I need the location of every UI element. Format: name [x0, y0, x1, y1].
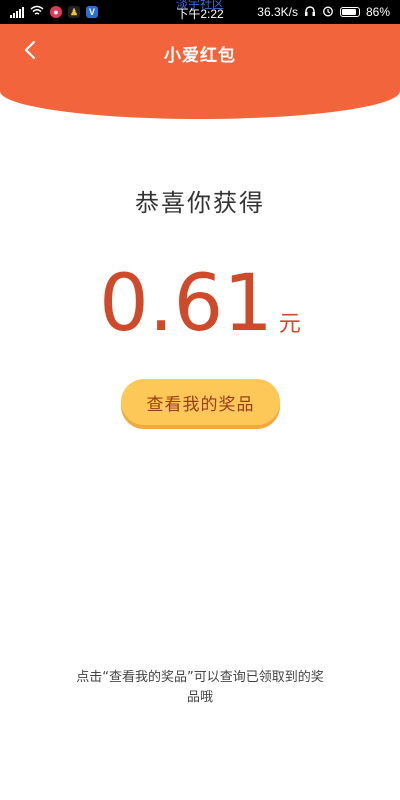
page-title: 小爱红包	[164, 46, 236, 66]
status-bar: ● ♟ V 淡宇社区 下午2:22 36.3K/s 86%	[0, 0, 400, 24]
game-notification-icon: ♟	[68, 6, 80, 18]
status-icons-left: ● ♟ V	[10, 5, 98, 19]
app-notification-icon: ●	[50, 6, 62, 18]
reward-amount: 0.61	[99, 259, 273, 349]
network-speed: 36.3K/s	[257, 5, 298, 19]
hint-text: 点击“查看我的奖品”可以查询已领取到的奖品哦	[76, 670, 324, 705]
reward-amount-row: 0.61 元	[0, 262, 400, 346]
status-time-block: 淡宇社区 下午2:22	[175, 0, 224, 20]
status-icons-right: 36.3K/s 86%	[257, 5, 390, 20]
congrats-text: 恭喜你获得	[135, 189, 265, 217]
battery-level	[341, 9, 356, 15]
reward-unit: 元	[278, 312, 301, 337]
view-my-prizes-button[interactable]: 查看我的奖品	[121, 379, 280, 425]
signal-icon	[10, 6, 24, 18]
battery-icon	[339, 7, 360, 17]
headphone-icon	[304, 5, 316, 20]
battery-percent: 86%	[365, 5, 390, 19]
v-app-notification-icon: V	[86, 6, 98, 18]
header: 小爱红包	[0, 24, 400, 119]
watermark-text: 淡宇社区	[175, 0, 224, 11]
alarm-icon	[322, 5, 334, 20]
screen: ● ♟ V 淡宇社区 下午2:22 36.3K/s 86% 小爱红包 恭喜你获得…	[0, 0, 400, 800]
wifi-icon	[30, 5, 44, 19]
